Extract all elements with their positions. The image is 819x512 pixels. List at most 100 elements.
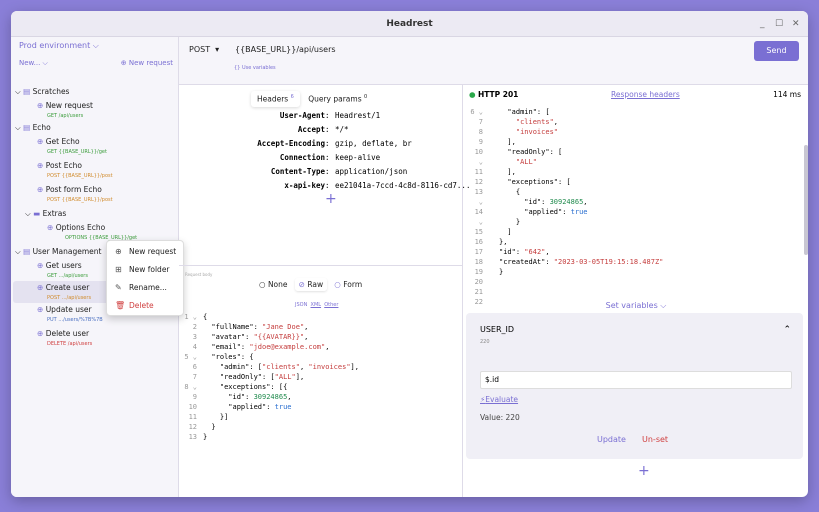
method-select[interactable]: POST ▾: [189, 45, 219, 54]
header-value: */*: [335, 125, 349, 134]
request-item[interactable]: ⊕ Options Echo: [47, 223, 105, 232]
title-bar: Headrest: [11, 11, 808, 37]
menu-delete[interactable]: 🗑 Delete: [107, 297, 185, 315]
request-item[interactable]: ⊕ Update user: [37, 305, 92, 314]
radio-label: Raw: [307, 280, 324, 289]
item-sub: POST .../api/users: [47, 295, 92, 301]
status-text: HTTP 201: [477, 90, 519, 99]
body-form-radio[interactable]: ○ Form: [334, 280, 362, 289]
request-item[interactable]: ⊕ Post form Echo: [37, 185, 102, 194]
send-button[interactable]: Send: [754, 41, 799, 61]
new-dropdown[interactable]: New... ⌵: [19, 59, 48, 67]
response-panel: ● HTTP 201 Response headers 114 ms 6 ⌄ 7 8…: [462, 85, 808, 497]
add-header-icon[interactable]: +: [325, 191, 337, 207]
item-sub: GET {{BASE_URL}}/get: [47, 149, 107, 155]
globe-icon: ⊕: [47, 223, 54, 232]
set-variables-toggle[interactable]: Set variables ⌵: [463, 301, 808, 311]
folder-extras[interactable]: ⌵ ▬ Extras: [25, 209, 66, 219]
json-tab[interactable]: JSON: [295, 302, 307, 308]
folder-icon: ▤: [23, 123, 31, 132]
variable-name: USER_ID: [480, 325, 515, 334]
menu-label: New request: [129, 247, 177, 256]
item-label: Delete user: [45, 329, 90, 338]
item-label: Post Echo: [45, 161, 82, 170]
xml-tab[interactable]: XML: [311, 302, 322, 308]
header-value: gzip, deflate, br: [335, 139, 412, 148]
header-value: keep-alive: [335, 153, 381, 162]
header-sep: :: [325, 139, 330, 148]
folder-icon: ▤: [23, 247, 31, 256]
header-key: Accept: [297, 125, 325, 134]
header-sep: :: [325, 167, 330, 176]
folder-echo[interactable]: ⌵ ▤ Echo: [15, 123, 51, 133]
add-variable-icon[interactable]: +: [638, 463, 650, 479]
body-raw-radio[interactable]: ⊘ Raw: [294, 278, 328, 291]
folder-scratches[interactable]: ⌵ ▤ Scratches: [15, 87, 69, 97]
globe-icon: ⊕: [37, 283, 44, 292]
app-window: Headrest _ ☐ ✕ Prod environment ⌵ New...…: [11, 11, 808, 497]
item-sub: PUT .../users/%7B%7B: [47, 317, 103, 323]
request-item[interactable]: ⊕ Get Echo: [37, 137, 80, 146]
line-numbers: 6 ⌄ 7 8 9 10 ⌄ 11 12 13 ⌄ 14 ⌄ 15 16 17 18 19 20 21 22: [470, 108, 483, 306]
evaluate-label: Evaluate: [485, 395, 519, 404]
header-key: User-Agent: [279, 111, 325, 120]
tab-query-params[interactable]: Query params 0: [302, 91, 373, 107]
jsonpath-input[interactable]: $.id: [480, 371, 792, 389]
url-input[interactable]: {{BASE_URL}}/api/users: [235, 45, 336, 54]
update-button[interactable]: Update: [597, 435, 626, 444]
menu-new-folder[interactable]: ⊞ New folder: [107, 261, 185, 279]
line-numbers: 1 ⌄ 2 3 4 5 ⌄ 6 7 8 ⌄ 9 10 11 12 13: [184, 313, 197, 441]
close-button[interactable]: ✕: [792, 11, 800, 37]
header-key: Accept-Encoding: [257, 139, 325, 148]
item-label: New request: [45, 101, 93, 110]
url-bar: POST ▾ {{BASE_URL}}/api/users {} Use var…: [179, 37, 808, 85]
collapse-icon[interactable]: ⌃: [783, 325, 791, 335]
item-label: Update user: [45, 305, 92, 314]
globe-icon: ⊕: [37, 305, 44, 314]
other-tab[interactable]: Other: [324, 302, 338, 308]
evaluate-link[interactable]: ⚡Evaluate: [480, 395, 518, 404]
evaluated-value: Value: 220: [480, 413, 520, 422]
menu-label: Rename...: [129, 283, 167, 292]
minimize-button[interactable]: _: [760, 11, 765, 37]
method-label: POST: [189, 45, 211, 54]
use-variables-link[interactable]: {} Use variables: [234, 65, 276, 71]
new-request-button[interactable]: ⊕ New request: [121, 59, 173, 67]
edit-icon: ✎: [115, 283, 122, 292]
folder-user-management[interactable]: ⌵ ▤ User Management: [15, 247, 101, 257]
request-item[interactable]: ⊕ Post Echo: [37, 161, 82, 170]
item-sub: POST {{BASE_URL}}/post: [47, 197, 113, 203]
maximize-button[interactable]: ☐: [775, 11, 783, 37]
response-time: 114 ms: [773, 90, 801, 99]
tab-headers[interactable]: Headers 6: [251, 91, 300, 107]
item-sub: GET .../api/users: [47, 273, 88, 279]
body-none-radio[interactable]: ○ None: [259, 280, 288, 289]
new-request-label: New request: [128, 59, 173, 67]
menu-rename[interactable]: ✎ Rename...: [107, 279, 185, 297]
header-value: application/json: [335, 167, 408, 176]
environment-select[interactable]: Prod environment ⌵: [19, 41, 99, 51]
body-editor[interactable]: { "fullName": "Jane Doe", "avatar": "{{A…: [203, 312, 359, 442]
folder-icon: ▬: [33, 209, 41, 218]
header-sep: :: [325, 111, 330, 120]
request-item[interactable]: ⊕ Create user: [37, 283, 89, 292]
trash-icon: 🗑: [115, 301, 126, 310]
response-headers-link[interactable]: Response headers: [611, 90, 680, 99]
globe-icon: ⊕: [37, 161, 44, 170]
menu-new-request[interactable]: ⊕ New request: [107, 243, 185, 261]
folder-label: User Management: [32, 247, 102, 256]
variable-preview: 220: [480, 339, 490, 345]
unset-button[interactable]: Un-set: [642, 435, 668, 444]
request-item[interactable]: ⊕ Get users: [37, 261, 82, 270]
folder-icon: ▤: [23, 87, 31, 96]
tab-label: Query params: [308, 94, 362, 104]
globe-icon: ⊕: [37, 137, 44, 146]
request-item[interactable]: ⊕ New request: [37, 101, 93, 110]
item-label: Post form Echo: [45, 185, 102, 194]
request-item[interactable]: ⊕ Delete user: [37, 329, 89, 338]
headers-panel: Headers 6 Query params 0 User-Agent: Head…: [179, 85, 470, 265]
menu-label: Delete: [129, 301, 154, 310]
response-body[interactable]: "admin": [ "clients", "invoices" ], "rea…: [499, 107, 663, 303]
scrollbar[interactable]: [804, 145, 808, 255]
radio-label: None: [267, 280, 288, 289]
